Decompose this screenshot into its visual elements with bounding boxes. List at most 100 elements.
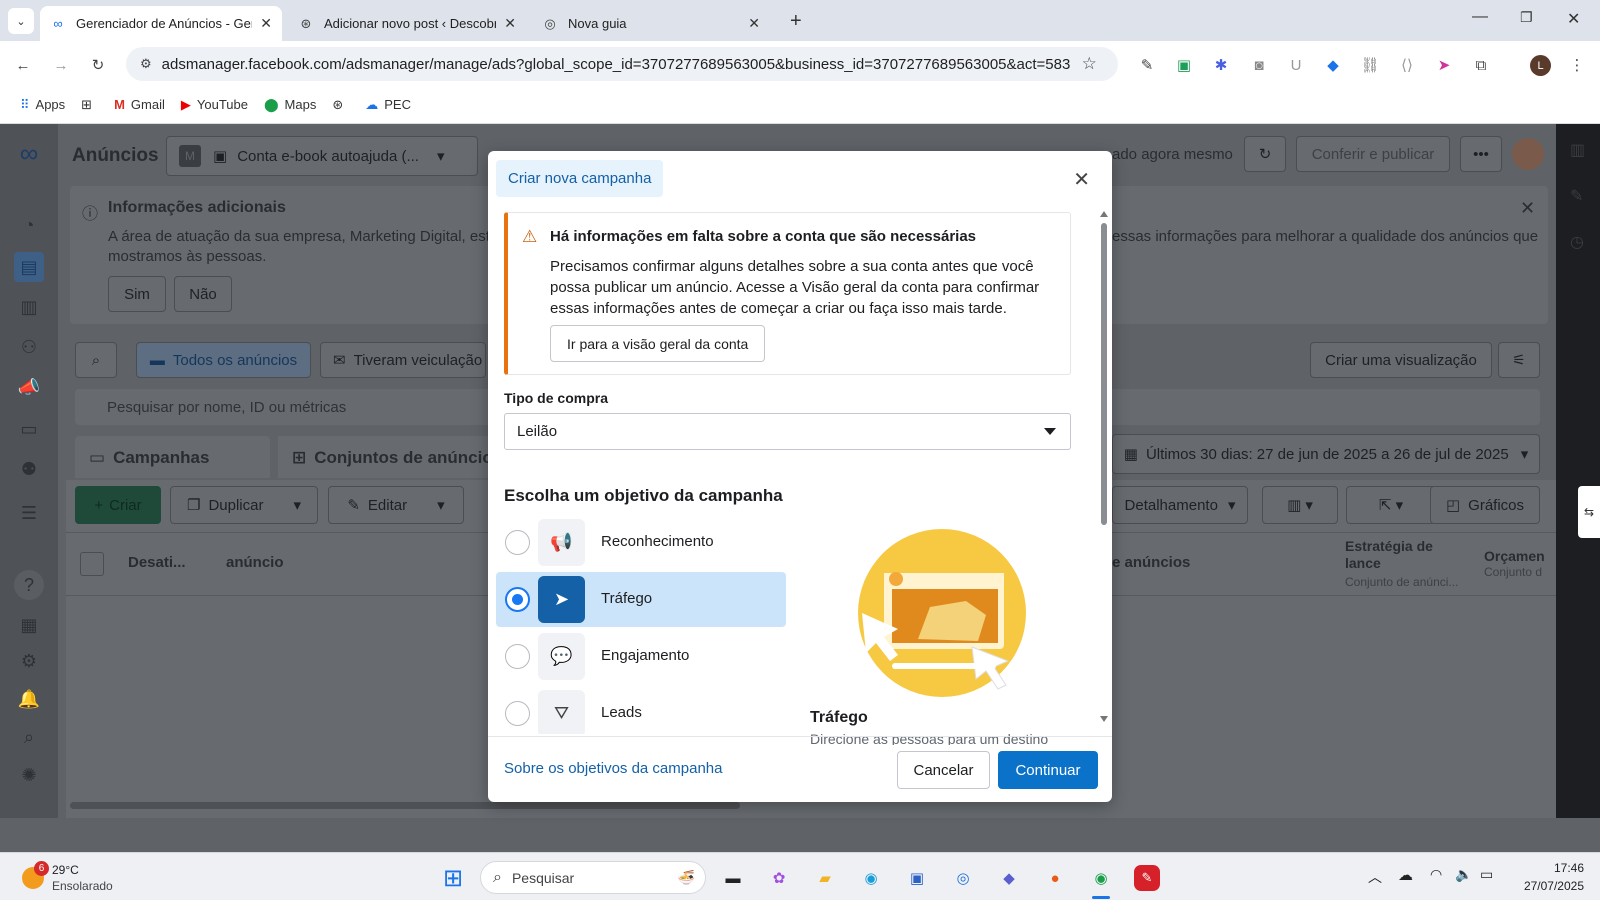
weather-widget[interactable]: 6 29°C Ensolarado	[20, 861, 120, 895]
tab-search-button[interactable]: ⌄	[8, 8, 34, 34]
tab-new-tab[interactable]: ◎ Nova guia ✕	[532, 6, 770, 41]
tray-chevron-icon[interactable]: ︿	[1368, 867, 1382, 887]
reports-button[interactable]: ▥ ▾	[1262, 486, 1338, 524]
buy-type-select[interactable]: Leilão	[504, 413, 1071, 450]
green-extension-icon[interactable]: ▣	[1173, 54, 1195, 76]
tab-campaigns[interactable]: ▭ Campanhas	[75, 436, 270, 478]
delivered-filter[interactable]: ✉ Tiveram veiculação	[320, 342, 486, 378]
task-view-icon[interactable]: ▬	[720, 865, 746, 891]
wifi-icon[interactable]: ◠	[1430, 866, 1442, 883]
continue-button[interactable]: Continuar	[998, 751, 1098, 789]
blue-extension-icon[interactable]: ✱	[1210, 54, 1232, 76]
dashboard-icon[interactable]: ◔	[14, 210, 44, 240]
chart-side-icon[interactable]: ▥	[1570, 140, 1585, 160]
battery-icon[interactable]: ▭	[1480, 866, 1493, 883]
export-button[interactable]: ⇱ ▾	[1346, 486, 1436, 524]
help-icon[interactable]: ?	[14, 570, 44, 600]
modal-scrollbar[interactable]	[1100, 211, 1108, 731]
account-selector[interactable]: M ▣ Conta e-book autoajuda (... ▾	[166, 136, 478, 176]
about-objectives-link[interactable]: Sobre os objetivos da campanha	[504, 760, 722, 777]
side-panel-toggle[interactable]: ⇆	[1578, 486, 1600, 538]
copilot-icon[interactable]: ✿	[766, 865, 792, 891]
duplicate-button[interactable]: ❐ Duplicar ▾	[170, 486, 318, 524]
objective-radio[interactable]	[505, 587, 530, 612]
cancel-button[interactable]: Cancelar	[897, 751, 990, 789]
user-avatar[interactable]	[1512, 138, 1544, 170]
breakdown-button[interactable]: Detalhamento ▾	[1112, 486, 1248, 524]
windows-start-icon[interactable]: ⊞	[440, 865, 466, 892]
objective-radio[interactable]	[505, 530, 530, 555]
forward-icon[interactable]: →	[50, 54, 72, 76]
tab-adsets[interactable]: ⊞ Conjuntos de anúncio	[278, 436, 488, 478]
file-explorer-icon[interactable]: ▰	[812, 865, 838, 891]
banner-close-icon[interactable]: ✕	[1520, 198, 1535, 219]
megaphone-nav-icon[interactable]: 📣	[14, 372, 44, 402]
site-info-icon[interactable]: ⚙	[140, 56, 152, 72]
close-icon[interactable]: ✕	[260, 15, 272, 32]
select-all-checkbox[interactable]	[80, 552, 104, 576]
link-extension-icon[interactable]: ⛓	[1359, 54, 1381, 76]
teams-icon[interactable]: ◆	[996, 865, 1022, 891]
refresh-button[interactable]: ↻	[1244, 136, 1286, 172]
store-icon[interactable]: ▣	[904, 865, 930, 891]
acrobat-icon[interactable]: ✎	[1134, 865, 1160, 891]
edge-icon[interactable]: ◉	[858, 865, 884, 891]
restore-button[interactable]: ❐	[1520, 9, 1533, 26]
account-overview-button[interactable]: Ir para a visão geral da conta	[550, 325, 766, 362]
address-bar[interactable]: ⚙ adsmanager.facebook.com/adsmanager/man…	[126, 47, 1118, 81]
u-extension-icon[interactable]: U	[1285, 54, 1307, 76]
back-icon[interactable]: ←	[12, 54, 34, 76]
people-icon[interactable]: ⚉	[14, 454, 44, 484]
filter-settings-button[interactable]: ⚟	[1498, 342, 1540, 378]
volume-icon[interactable]: 🔈	[1455, 866, 1472, 883]
create-button[interactable]: + Criar	[75, 486, 161, 524]
window-close-button[interactable]: ✕	[1567, 9, 1580, 29]
code-extension-icon[interactable]: ⟨⟩	[1396, 54, 1418, 76]
objective-engagement[interactable]: 💬 Engajamento	[496, 629, 786, 684]
taskbar-search[interactable]: ⌕ Pesquisar 🍜	[480, 861, 706, 894]
onedrive-icon[interactable]: ☁	[1398, 866, 1413, 884]
bookmark-apps[interactable]: ⠿ Apps	[20, 97, 65, 113]
bookmark-grid[interactable]: ⊞	[81, 97, 98, 113]
bookmark-wordpress[interactable]: ⊛	[332, 97, 349, 113]
audience-icon[interactable]: ⚇	[14, 332, 44, 362]
close-icon[interactable]: ✕	[748, 15, 760, 32]
tab-ads-manager[interactable]: ∞ Gerenciador de Anúncios - Gerc ✕	[40, 6, 282, 41]
tag-extension-icon[interactable]: ◆	[1322, 54, 1344, 76]
objective-awareness[interactable]: 📢 Reconhecimento	[496, 515, 786, 570]
quick-assist-icon[interactable]: ◎	[950, 865, 976, 891]
profile-avatar[interactable]: L	[1530, 55, 1551, 76]
horizontal-scrollbar[interactable]	[70, 802, 740, 809]
clock[interactable]: 17:46 27/07/2025	[1512, 859, 1584, 895]
arrow-extension-icon[interactable]: ➤	[1433, 54, 1455, 76]
search-toggle-button[interactable]: ⌕	[75, 342, 117, 378]
more-options-button[interactable]: •••	[1460, 136, 1502, 172]
url-text[interactable]: adsmanager.facebook.com/adsmanager/manag…	[162, 56, 1070, 73]
history-side-icon[interactable]: ◷	[1570, 232, 1584, 252]
browser-menu-icon[interactable]: ⋮	[1566, 54, 1588, 76]
bookmark-star-icon[interactable]: ☆	[1082, 54, 1097, 74]
firefox-icon[interactable]: ●	[1042, 865, 1068, 891]
objective-leads[interactable]: ⛛ Leads	[496, 686, 786, 734]
objective-radio[interactable]	[505, 644, 530, 669]
pages-icon[interactable]: ▥	[14, 292, 44, 322]
no-button[interactable]: Não	[174, 276, 232, 312]
puzzle-extensions-icon[interactable]: ⧉	[1470, 54, 1492, 76]
close-icon[interactable]: ✕	[1073, 167, 1090, 192]
reload-icon[interactable]: ↻	[87, 54, 109, 76]
eyedropper-extension-icon[interactable]: ✎	[1136, 54, 1158, 76]
objective-radio[interactable]	[505, 701, 530, 726]
col-ad-header[interactable]: anúncio	[226, 554, 284, 571]
bookmark-maps[interactable]: ⬤ Maps	[264, 97, 316, 113]
reports-icon[interactable]: ▦	[14, 610, 44, 640]
bookmark-pec[interactable]: ☁ PEC	[365, 97, 411, 113]
review-publish-button[interactable]: Conferir e publicar	[1296, 136, 1450, 172]
new-tab-button[interactable]: +	[790, 10, 802, 33]
bookmark-gmail[interactable]: M Gmail	[114, 97, 165, 112]
all-ads-filter[interactable]: ▬ Todos os anúncios	[136, 342, 311, 378]
notifications-icon[interactable]: 🔔	[14, 684, 44, 714]
col-off-header[interactable]: Desati...	[128, 554, 186, 571]
create-view-button[interactable]: Criar uma visualização	[1310, 342, 1492, 378]
yes-button[interactable]: Sim	[108, 276, 166, 312]
settings-icon[interactable]: ⚙	[14, 646, 44, 676]
